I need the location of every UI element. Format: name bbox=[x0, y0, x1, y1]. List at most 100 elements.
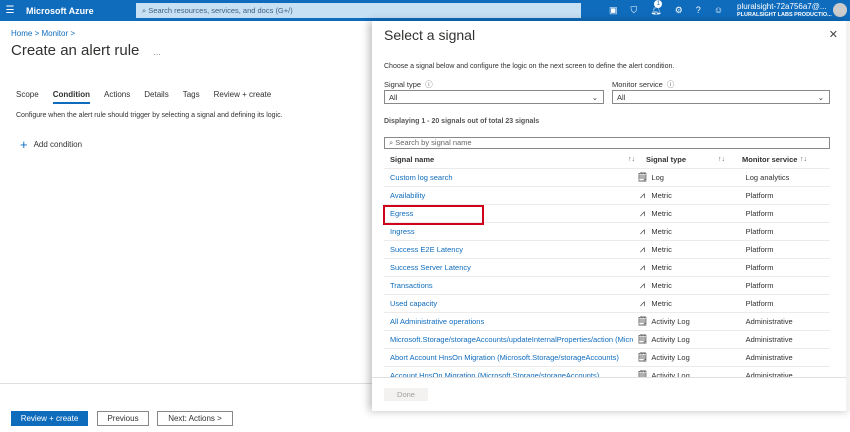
log-icon: 🗒︎ bbox=[636, 352, 649, 362]
signal-name-link[interactable]: All Administrative operations bbox=[384, 317, 633, 326]
signal-type: Activity Log bbox=[651, 317, 690, 326]
log-icon: 🗒︎ bbox=[636, 370, 649, 377]
metric-icon: ⩘ bbox=[639, 280, 645, 290]
scrollbar[interactable] bbox=[846, 21, 850, 411]
sort-icon[interactable]: ↑↓ bbox=[718, 156, 738, 163]
signal-name-link[interactable]: Microsoft.Storage/storageAccounts/update… bbox=[384, 335, 633, 344]
review-create-button[interactable]: Review + create bbox=[11, 411, 88, 426]
breadcrumb-monitor[interactable]: Monitor bbox=[41, 29, 68, 38]
signal-type: Log bbox=[651, 173, 664, 182]
table-row[interactable]: Abort Account HnsOn Migration (Microsoft… bbox=[384, 349, 830, 367]
monitor-service: Log analytics bbox=[745, 173, 790, 182]
metric-icon: ⩘ bbox=[639, 262, 645, 272]
monitor-service-select[interactable]: All ⌄ bbox=[612, 90, 830, 104]
tab-condition[interactable]: Condition bbox=[52, 90, 91, 104]
table-row[interactable]: Success Server Latency ⩘ Metric Platform bbox=[384, 259, 830, 277]
table-row[interactable]: All Administrative operations 🗒︎ Activity … bbox=[384, 313, 830, 331]
log-icon: 🗒︎ bbox=[636, 172, 649, 182]
monitor-service: Platform bbox=[745, 281, 774, 290]
signal-name-link[interactable]: Availability bbox=[384, 191, 633, 200]
signal-name-link[interactable]: Used capacity bbox=[384, 299, 633, 308]
highlight-box bbox=[383, 205, 484, 225]
signal-type-select[interactable]: All ⌄ bbox=[384, 90, 604, 104]
tab-review-create[interactable]: Review + create bbox=[214, 90, 272, 104]
sort-icon[interactable]: ↑↓ bbox=[628, 156, 638, 163]
col-signal-type[interactable]: Signal type bbox=[638, 155, 718, 164]
table-row[interactable]: Used capacity ⩘ Metric Platform bbox=[384, 295, 830, 313]
previous-button[interactable]: Previous bbox=[97, 411, 149, 426]
table-row[interactable]: Microsoft.Storage/storageAccounts/update… bbox=[384, 331, 830, 349]
tabs: Scope Condition Actions Details Tags Rev… bbox=[16, 90, 271, 104]
signal-type: Activity Log bbox=[651, 335, 690, 344]
signal-type: Metric bbox=[651, 209, 672, 218]
signal-name-link[interactable]: Success Server Latency bbox=[384, 263, 633, 272]
directory-filter-icon[interactable]: ⛉ bbox=[631, 5, 638, 16]
signal-name-link[interactable]: Success E2E Latency bbox=[384, 245, 633, 254]
monitor-service-label: Monitor service ⓘ bbox=[612, 80, 675, 89]
gear-icon[interactable]: ⚙ bbox=[675, 5, 683, 16]
close-icon[interactable]: ✕ bbox=[829, 28, 838, 41]
signal-search-input[interactable]: ⌕ Search by signal name bbox=[384, 137, 830, 149]
tab-scope[interactable]: Scope bbox=[16, 90, 39, 104]
signal-name-link[interactable]: Custom log search bbox=[384, 173, 633, 182]
log-icon: 🗒︎ bbox=[636, 334, 649, 344]
create-alert-rule-blade: Home > Monitor > Create an alert rule...… bbox=[0, 21, 372, 426]
signal-name-link[interactable]: Transactions bbox=[384, 281, 633, 290]
table-row[interactable]: Account HnsOn Migration (Microsoft.Stora… bbox=[384, 367, 830, 377]
table-header: Signal name ↑↓ Signal type ↑↓ Monitor serv… bbox=[384, 151, 830, 169]
monitor-service: Administrative bbox=[745, 353, 793, 362]
log-icon: 🗒︎ bbox=[636, 316, 649, 326]
footer: Review + create Previous Next: Actions > bbox=[0, 383, 372, 432]
col-signal-name[interactable]: Signal name bbox=[384, 155, 628, 164]
next-actions-button[interactable]: Next: Actions > bbox=[157, 411, 233, 426]
tab-details[interactable]: Details bbox=[144, 90, 168, 104]
breadcrumb-home[interactable]: Home bbox=[11, 29, 32, 38]
table-row[interactable]: Transactions ⩘ Metric Platform bbox=[384, 277, 830, 295]
chevron-down-icon: ⌄ bbox=[591, 92, 598, 102]
panel-description: Choose a signal below and configure the … bbox=[384, 63, 675, 70]
feedback-icon[interactable]: ☺ bbox=[714, 5, 723, 16]
monitor-service: Platform bbox=[745, 245, 774, 254]
chevron-down-icon: ⌄ bbox=[817, 92, 824, 102]
metric-icon: ⩘ bbox=[639, 244, 645, 254]
more-icon[interactable]: ... bbox=[153, 47, 161, 57]
monitor-service: Platform bbox=[745, 191, 774, 200]
avatar[interactable] bbox=[833, 3, 847, 17]
col-monitor-service[interactable]: Monitor service bbox=[738, 155, 800, 164]
cloud-shell-icon[interactable]: ▣ bbox=[609, 5, 618, 16]
tab-actions[interactable]: Actions bbox=[104, 90, 130, 104]
menu-icon[interactable]: ☰ bbox=[0, 5, 20, 16]
brand[interactable]: Microsoft Azure bbox=[20, 6, 130, 16]
signal-type: Metric bbox=[651, 281, 672, 290]
signal-name-link[interactable]: Ingress bbox=[384, 227, 633, 236]
add-condition-button[interactable]: + Add condition bbox=[20, 137, 82, 152]
monitor-service: Platform bbox=[745, 209, 774, 218]
signal-type: Metric bbox=[651, 227, 672, 236]
page-title: Create an alert rule... bbox=[11, 42, 161, 59]
table-row[interactable]: Success E2E Latency ⩘ Metric Platform bbox=[384, 241, 830, 259]
panel-footer: Done bbox=[372, 377, 850, 411]
metric-icon: ⩘ bbox=[639, 298, 645, 308]
signal-type: Metric bbox=[651, 245, 672, 254]
user-account[interactable]: pluralsight-72a756a7@... PLURALSIGHT LAB… bbox=[737, 2, 832, 20]
sort-icon[interactable]: ↑↓ bbox=[800, 156, 810, 163]
table-row[interactable]: Ingress ⩘ Metric Platform bbox=[384, 223, 830, 241]
monitor-service: Platform bbox=[745, 227, 774, 236]
top-bar: ☰ Microsoft Azure ⌕ Search resources, se… bbox=[0, 0, 850, 21]
signals-table: Signal name ↑↓ Signal type ↑↓ Monitor serv… bbox=[384, 151, 830, 377]
done-button[interactable]: Done bbox=[384, 388, 428, 401]
info-icon: ⓘ bbox=[425, 80, 433, 89]
tab-tags[interactable]: Tags bbox=[183, 90, 200, 104]
global-search-input[interactable]: ⌕ Search resources, services, and docs (… bbox=[136, 3, 581, 18]
breadcrumb: Home > Monitor > bbox=[11, 29, 76, 38]
metric-icon: ⩘ bbox=[639, 226, 645, 236]
help-icon[interactable]: ? bbox=[696, 5, 701, 16]
displaying-count: Displaying 1 - 20 signals out of total 2… bbox=[384, 118, 540, 125]
signal-name-link[interactable]: Abort Account HnsOn Migration (Microsoft… bbox=[384, 353, 633, 362]
table-row[interactable]: Availability ⩘ Metric Platform bbox=[384, 187, 830, 205]
notifications-icon[interactable]: 🔔︎ 1 bbox=[650, 0, 663, 16]
info-icon: ⓘ bbox=[666, 80, 675, 89]
condition-description: Configure when the alert rule should tri… bbox=[16, 112, 283, 119]
table-row[interactable]: Custom log search 🗒︎ Log Log analytics bbox=[384, 169, 830, 187]
metric-icon: ⩘ bbox=[639, 208, 645, 218]
